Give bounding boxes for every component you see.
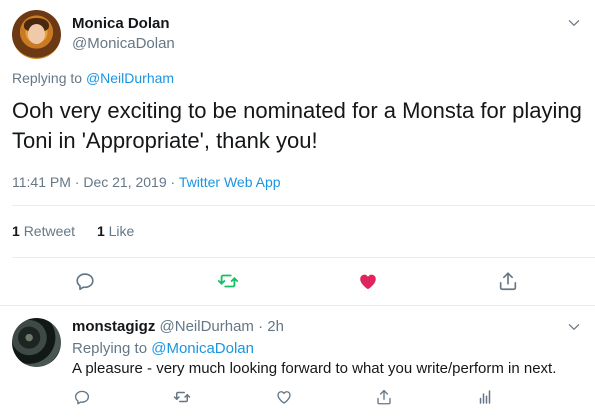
like-stat[interactable]: 1 Like bbox=[97, 223, 134, 239]
tweet-source[interactable]: Twitter Web App bbox=[179, 174, 281, 190]
tweet-text: Ooh very exciting to be nominated for a … bbox=[12, 98, 582, 153]
like-count: 1 bbox=[96, 223, 105, 239]
replying-to: Replying to @MonicaDolan bbox=[72, 340, 254, 357]
analytics-icon[interactable] bbox=[476, 388, 494, 406]
tweet-meta: 11:41 PM · Dec 21, 2019 · Twitter Web Ap… bbox=[12, 174, 281, 190]
replying-to: Replying to @NeilDurham bbox=[12, 70, 174, 86]
avatar[interactable] bbox=[12, 10, 61, 59]
replying-prefix: Replying to bbox=[12, 70, 83, 86]
retweet-icon[interactable] bbox=[173, 388, 191, 406]
share-icon[interactable] bbox=[375, 388, 393, 406]
avatar[interactable] bbox=[12, 318, 61, 367]
like-label: Like bbox=[108, 223, 135, 239]
meta-dot: · bbox=[74, 174, 80, 190]
meta-dot: · bbox=[170, 174, 176, 190]
share-icon[interactable] bbox=[497, 270, 519, 292]
heart-icon[interactable] bbox=[275, 388, 293, 406]
retweet-stat[interactable]: 1 Retweet bbox=[12, 223, 75, 239]
chevron-down-icon[interactable] bbox=[567, 16, 581, 30]
author-name[interactable]: Monica Dolan bbox=[72, 15, 170, 32]
tweet-text: A pleasure - very much looking forward t… bbox=[72, 360, 557, 377]
tweet-time[interactable]: 11:41 PM bbox=[12, 174, 71, 190]
replying-prefix: Replying to bbox=[72, 340, 148, 357]
retweet-icon[interactable] bbox=[217, 270, 239, 292]
avatar-face bbox=[28, 24, 45, 44]
chevron-down-icon[interactable] bbox=[567, 320, 581, 334]
tweet-stats: 1 Retweet 1 Like bbox=[12, 223, 152, 239]
retweet-label: Retweet bbox=[23, 223, 76, 239]
retweet-count: 1 bbox=[12, 223, 20, 239]
reply-icon[interactable] bbox=[74, 270, 96, 292]
reply-icon[interactable] bbox=[73, 388, 91, 406]
reply-author: monstagigz @NeilDurham · 2h bbox=[72, 318, 284, 335]
replying-to-link[interactable]: @MonicaDolan bbox=[151, 340, 254, 357]
divider bbox=[12, 257, 595, 258]
author-handle[interactable]: @NeilDurham bbox=[160, 318, 254, 335]
author-name[interactable]: monstagigz bbox=[72, 318, 155, 335]
main-tweet: Monica Dolan @MonicaDolan Replying to @N… bbox=[0, 0, 595, 305]
tweet-date[interactable]: Dec 21, 2019 bbox=[83, 174, 166, 190]
heart-icon[interactable] bbox=[357, 270, 379, 292]
reply-tweet[interactable]: monstagigz @NeilDurham · 2h Replying to … bbox=[0, 306, 595, 417]
replying-to-link[interactable]: @NeilDurham bbox=[86, 70, 174, 86]
divider bbox=[12, 205, 595, 206]
author-handle[interactable]: @MonicaDolan bbox=[72, 35, 175, 52]
tweet-age[interactable]: · 2h bbox=[258, 318, 284, 335]
